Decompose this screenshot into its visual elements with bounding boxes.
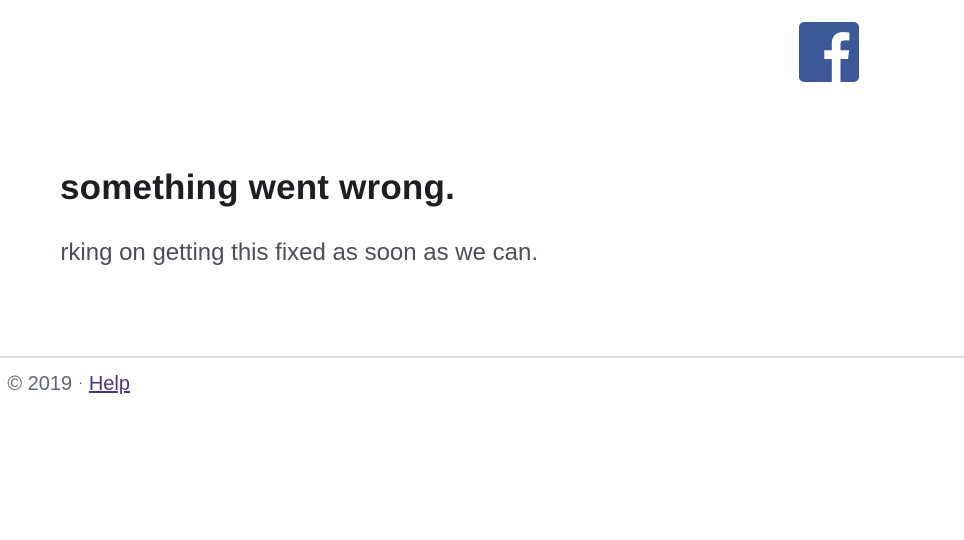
error-heading: something went wrong. xyxy=(59,168,455,207)
help-link[interactable]: Help xyxy=(89,373,130,395)
footer-separator: · xyxy=(78,374,83,390)
facebook-icon[interactable] xyxy=(799,22,859,82)
footer: © 2019 · Help xyxy=(7,369,130,397)
error-page: something went wrong. rking on getting t… xyxy=(0,0,964,540)
footer-divider xyxy=(0,356,964,358)
facebook-logo-graphic xyxy=(799,22,859,82)
error-message: rking on getting this fixed as soon as w… xyxy=(60,239,538,266)
copyright-text: © 2019 xyxy=(7,373,73,395)
